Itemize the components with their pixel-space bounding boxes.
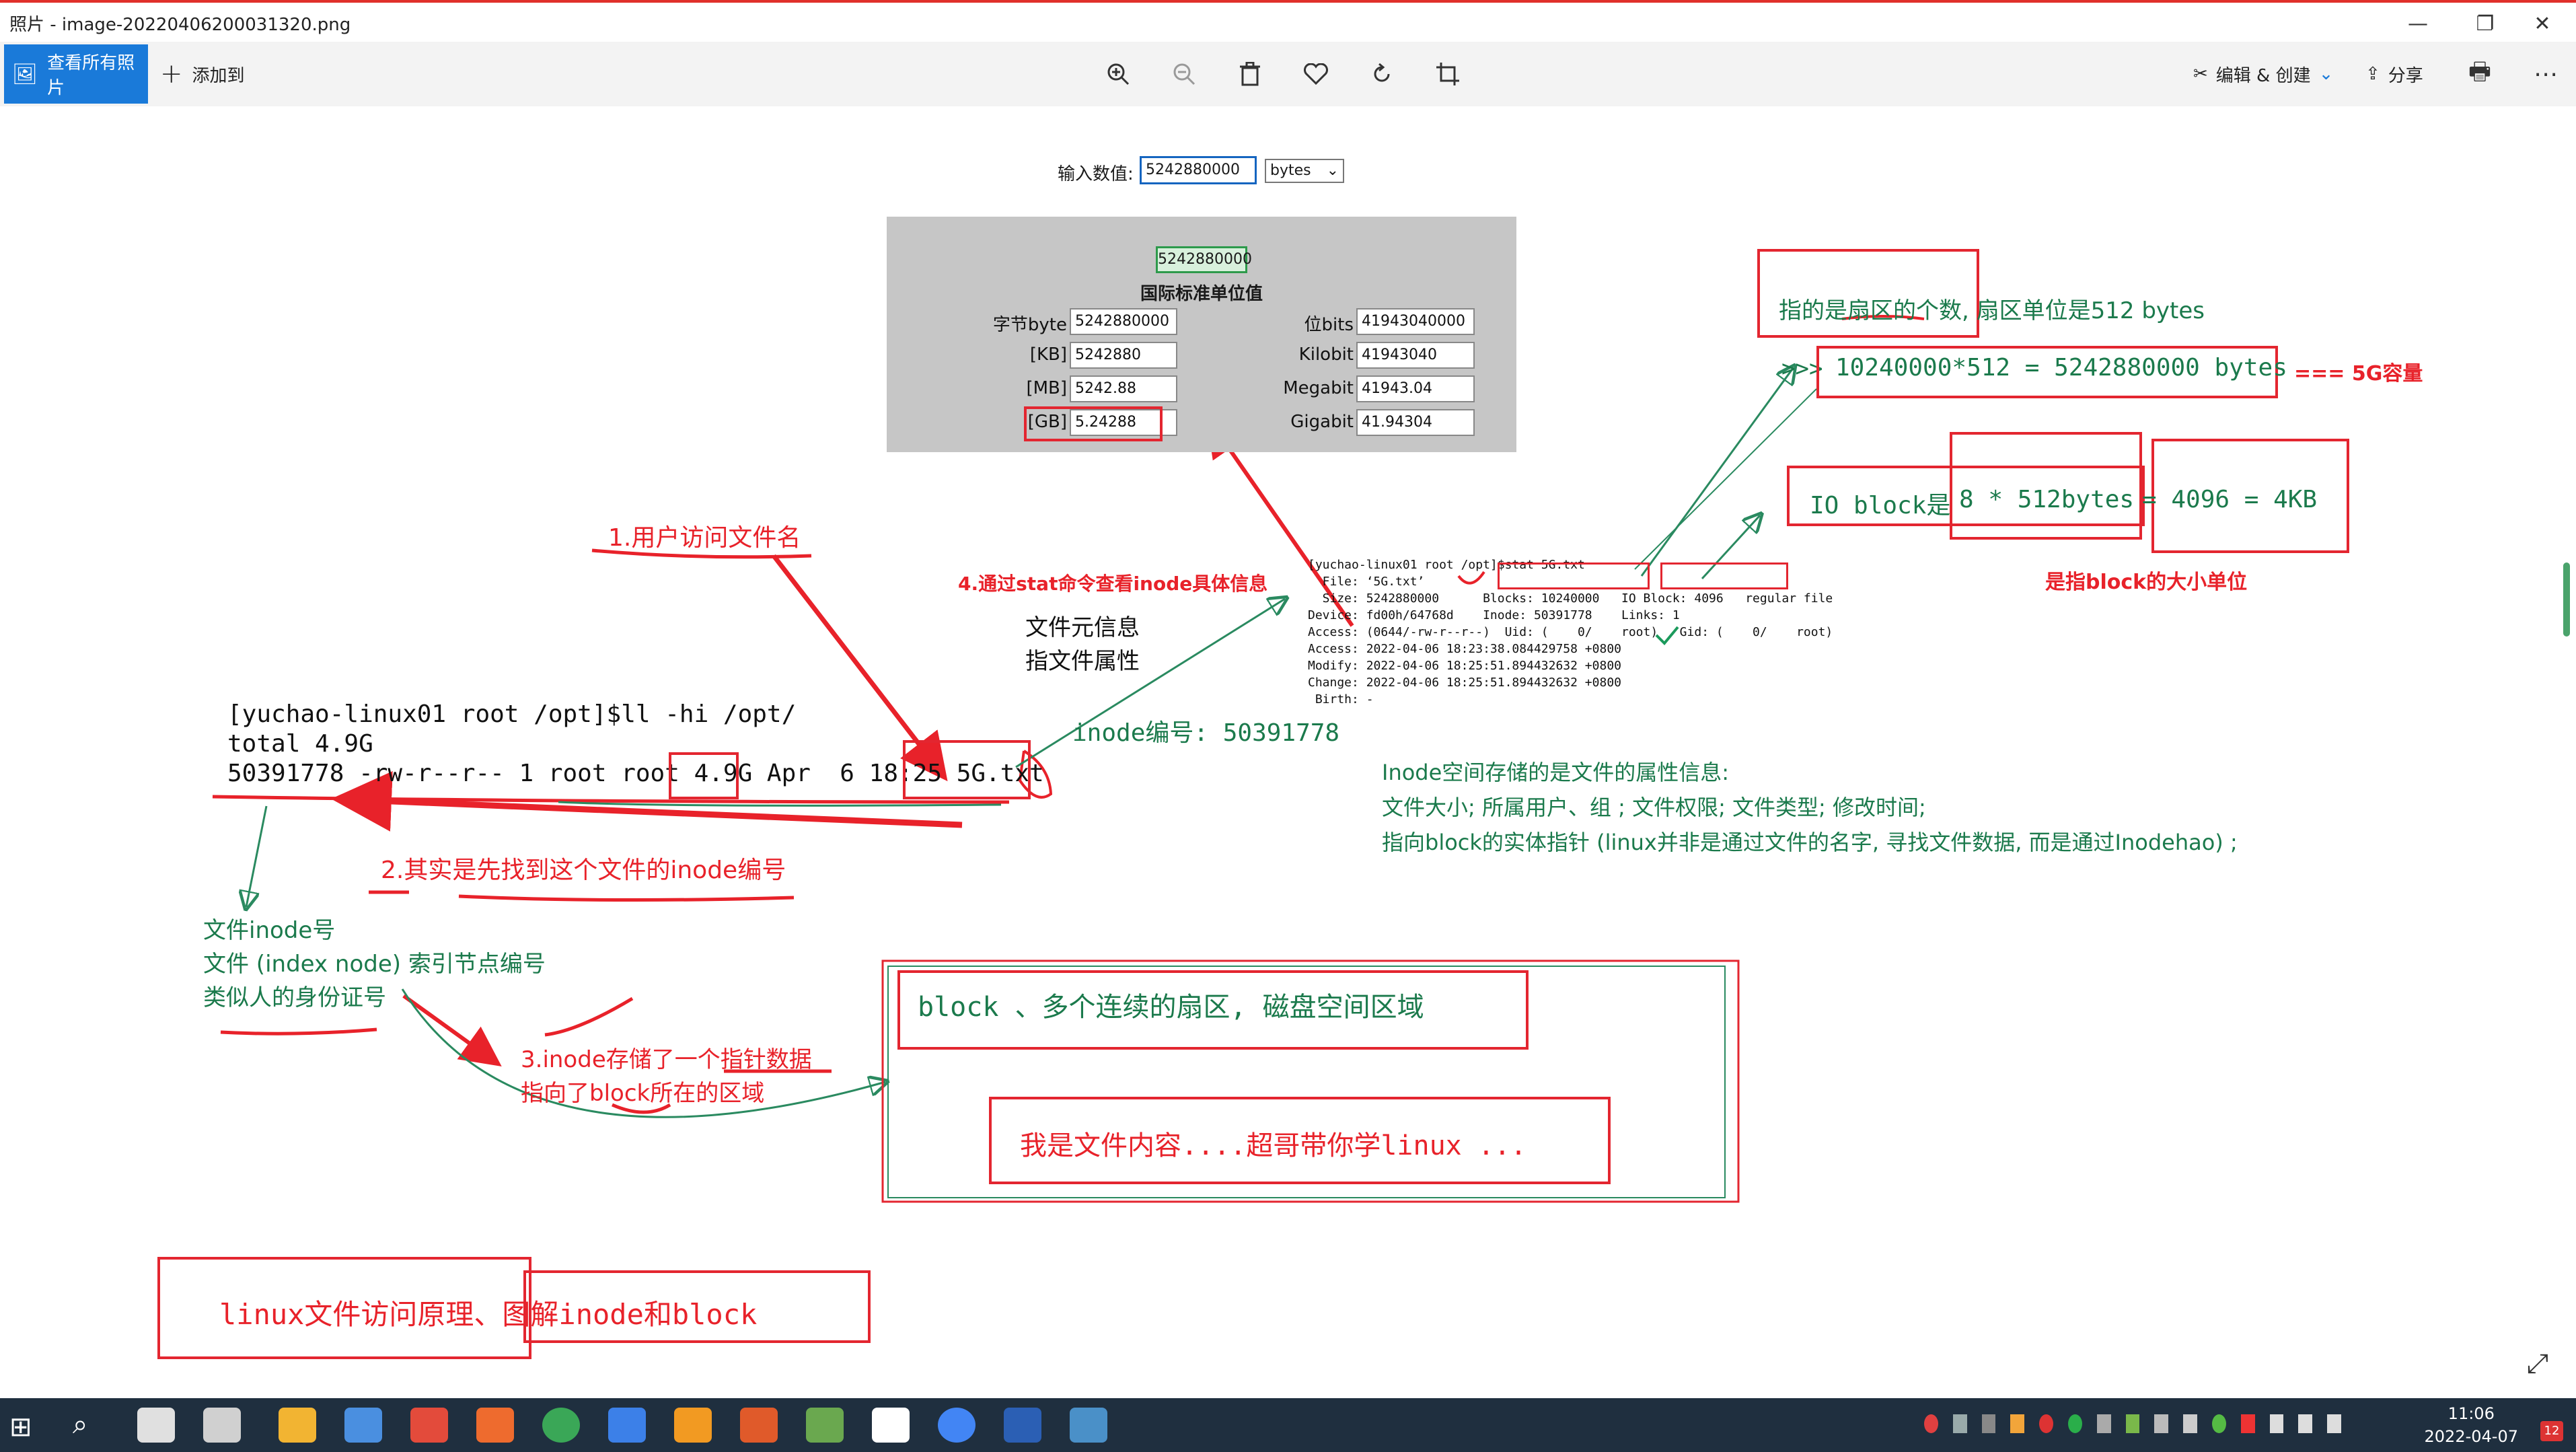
windows-start-icon[interactable]: ⊞ <box>9 1412 32 1443</box>
meta-note: 文件元信息 指文件属性 <box>1025 614 1140 675</box>
taskbar-app-icon[interactable] <box>203 1408 241 1443</box>
highlight-value: 5242880000 <box>1156 246 1252 273</box>
tray-icon[interactable] <box>2096 1414 2111 1433</box>
gigabit-label: Gigabit <box>1290 412 1354 432</box>
size-box <box>669 752 739 799</box>
blocks-box <box>1498 562 1650 589</box>
kilobit-label: Kilobit <box>1298 344 1354 365</box>
chrome-icon[interactable] <box>542 1408 580 1443</box>
input-value-label: 输入数值: <box>1058 164 1134 184</box>
megabit-field[interactable]: 41943.04 <box>1356 375 1475 402</box>
tray-icon[interactable] <box>2039 1414 2053 1433</box>
chrome-icon[interactable] <box>938 1408 976 1443</box>
tray-icon[interactable] <box>2240 1414 2255 1433</box>
taskbar-app-icon[interactable] <box>674 1408 712 1443</box>
byte-field[interactable]: 5242880000 <box>1070 308 1177 335</box>
calc-note: 10240000*512 = 5242880000 bytes <box>1835 354 2287 382</box>
taskbar-app-icon[interactable] <box>806 1408 844 1443</box>
nvidia-icon[interactable] <box>2125 1414 2140 1433</box>
step4-note: 4.通过stat命令查看inode具体信息 <box>958 573 1268 595</box>
step2-note: 2.其实是先找到这个文件的inode编号 <box>381 857 786 884</box>
taskbar-app-icon[interactable] <box>137 1408 175 1443</box>
footer-title: linux文件访问原理、图解inode和block <box>219 1298 758 1331</box>
taskbar-app-icon[interactable] <box>740 1408 778 1443</box>
converter-panel: 5242880000 国际标准单位值 字节byte 5242880000 [KB… <box>887 217 1516 452</box>
section-title: 国际标准单位值 <box>1140 284 1263 304</box>
search-icon[interactable]: ⌕ <box>73 1409 87 1440</box>
megabit-label: Megabit <box>1283 378 1354 398</box>
taskbar-app-icon[interactable] <box>410 1408 448 1443</box>
tray-icon[interactable] <box>2154 1414 2169 1433</box>
calc-suffix: === 5G容量 <box>2294 362 2423 386</box>
ioblock-box <box>1660 562 1788 589</box>
mb-label: [MB] <box>1026 378 1067 398</box>
byte-label: 字节byte <box>992 315 1067 335</box>
ioblock-b: 8 * 512bytes <box>1959 486 2135 513</box>
microphone-icon[interactable] <box>2269 1414 2284 1433</box>
notification-badge[interactable]: 12 <box>2540 1421 2563 1441</box>
taskbar-app-icon[interactable] <box>608 1408 646 1443</box>
bits-label: 位bits <box>1304 315 1354 335</box>
volume-icon[interactable] <box>2327 1414 2341 1433</box>
ioblock-c: = 4096 = 4KB <box>2142 486 2318 513</box>
inode-number-note: inode编号: 50391778 <box>1072 719 1340 747</box>
block-content: 我是文件内容....超哥带你学linux ... <box>1020 1130 1527 1161</box>
step1-note: 1.用户访问文件名 <box>608 524 801 552</box>
taskbar: ⊞ ⌕ 11:06 2022-04-07 12 <box>0 1398 2576 1452</box>
gigabit-field[interactable]: 41.94304 <box>1356 409 1475 436</box>
taskbar-app-icon[interactable] <box>476 1408 514 1443</box>
tray-icon[interactable] <box>1924 1414 1938 1433</box>
photos-app-icon[interactable] <box>1070 1408 1107 1443</box>
tray-icon[interactable] <box>1981 1414 1996 1433</box>
ioblock-a: IO block是 <box>1810 492 1951 519</box>
tray-icon[interactable] <box>1952 1414 1967 1433</box>
file-explorer-icon[interactable] <box>279 1408 316 1443</box>
kb-label: [KB] <box>1029 344 1067 365</box>
vertical-scrollbar[interactable] <box>2563 562 2570 637</box>
bits-field[interactable]: 41943040000 <box>1356 308 1475 335</box>
expand-icon[interactable]: ⤢ <box>2527 1348 2548 1379</box>
value-input[interactable]: 5242880000 <box>1140 156 1257 184</box>
network-icon[interactable] <box>2298 1414 2313 1433</box>
system-tray <box>1924 1414 2341 1439</box>
tray-icon[interactable] <box>2183 1414 2197 1433</box>
typora-icon[interactable] <box>872 1408 910 1443</box>
step3-note: 3.inode存储了一个指针数据 指向了block所在的区域 <box>521 1046 812 1107</box>
clock[interactable]: 11:06 2022-04-07 <box>2425 1402 2518 1448</box>
ioblock-note: 是指block的大小单位 <box>2045 571 2248 594</box>
taskbar-app-icon[interactable] <box>344 1408 382 1443</box>
wechat-icon[interactable] <box>2067 1414 2082 1433</box>
chevron-down-icon: ⌄ <box>1326 162 1339 179</box>
inode-description: 文件inode号 文件 (index node) 索引节点编号 类似人的身份证号 <box>203 917 546 1011</box>
tray-icon[interactable] <box>2211 1414 2226 1433</box>
sector-note: 指的是扇区的个数, 扇区单位是512 bytes <box>1779 297 2205 324</box>
kb-field[interactable]: 5242880 <box>1070 342 1177 369</box>
gb-highlight-box <box>1024 406 1163 441</box>
tray-icon[interactable] <box>2010 1414 2025 1433</box>
terminal-icon[interactable] <box>1004 1408 1041 1443</box>
block-title: block 、多个连续的扇区, 磁盘空间区域 <box>918 992 1424 1023</box>
filename-box <box>903 740 1031 799</box>
kilobit-field[interactable]: 41943040 <box>1356 342 1475 369</box>
mb-field[interactable]: 5242.88 <box>1070 375 1177 402</box>
unit-select[interactable]: bytes ⌄ <box>1265 159 1344 183</box>
inode-info: Inode空间存储的是文件的属性信息: 文件大小; 所属用户、组 ; 文件权限;… <box>1382 760 2238 855</box>
